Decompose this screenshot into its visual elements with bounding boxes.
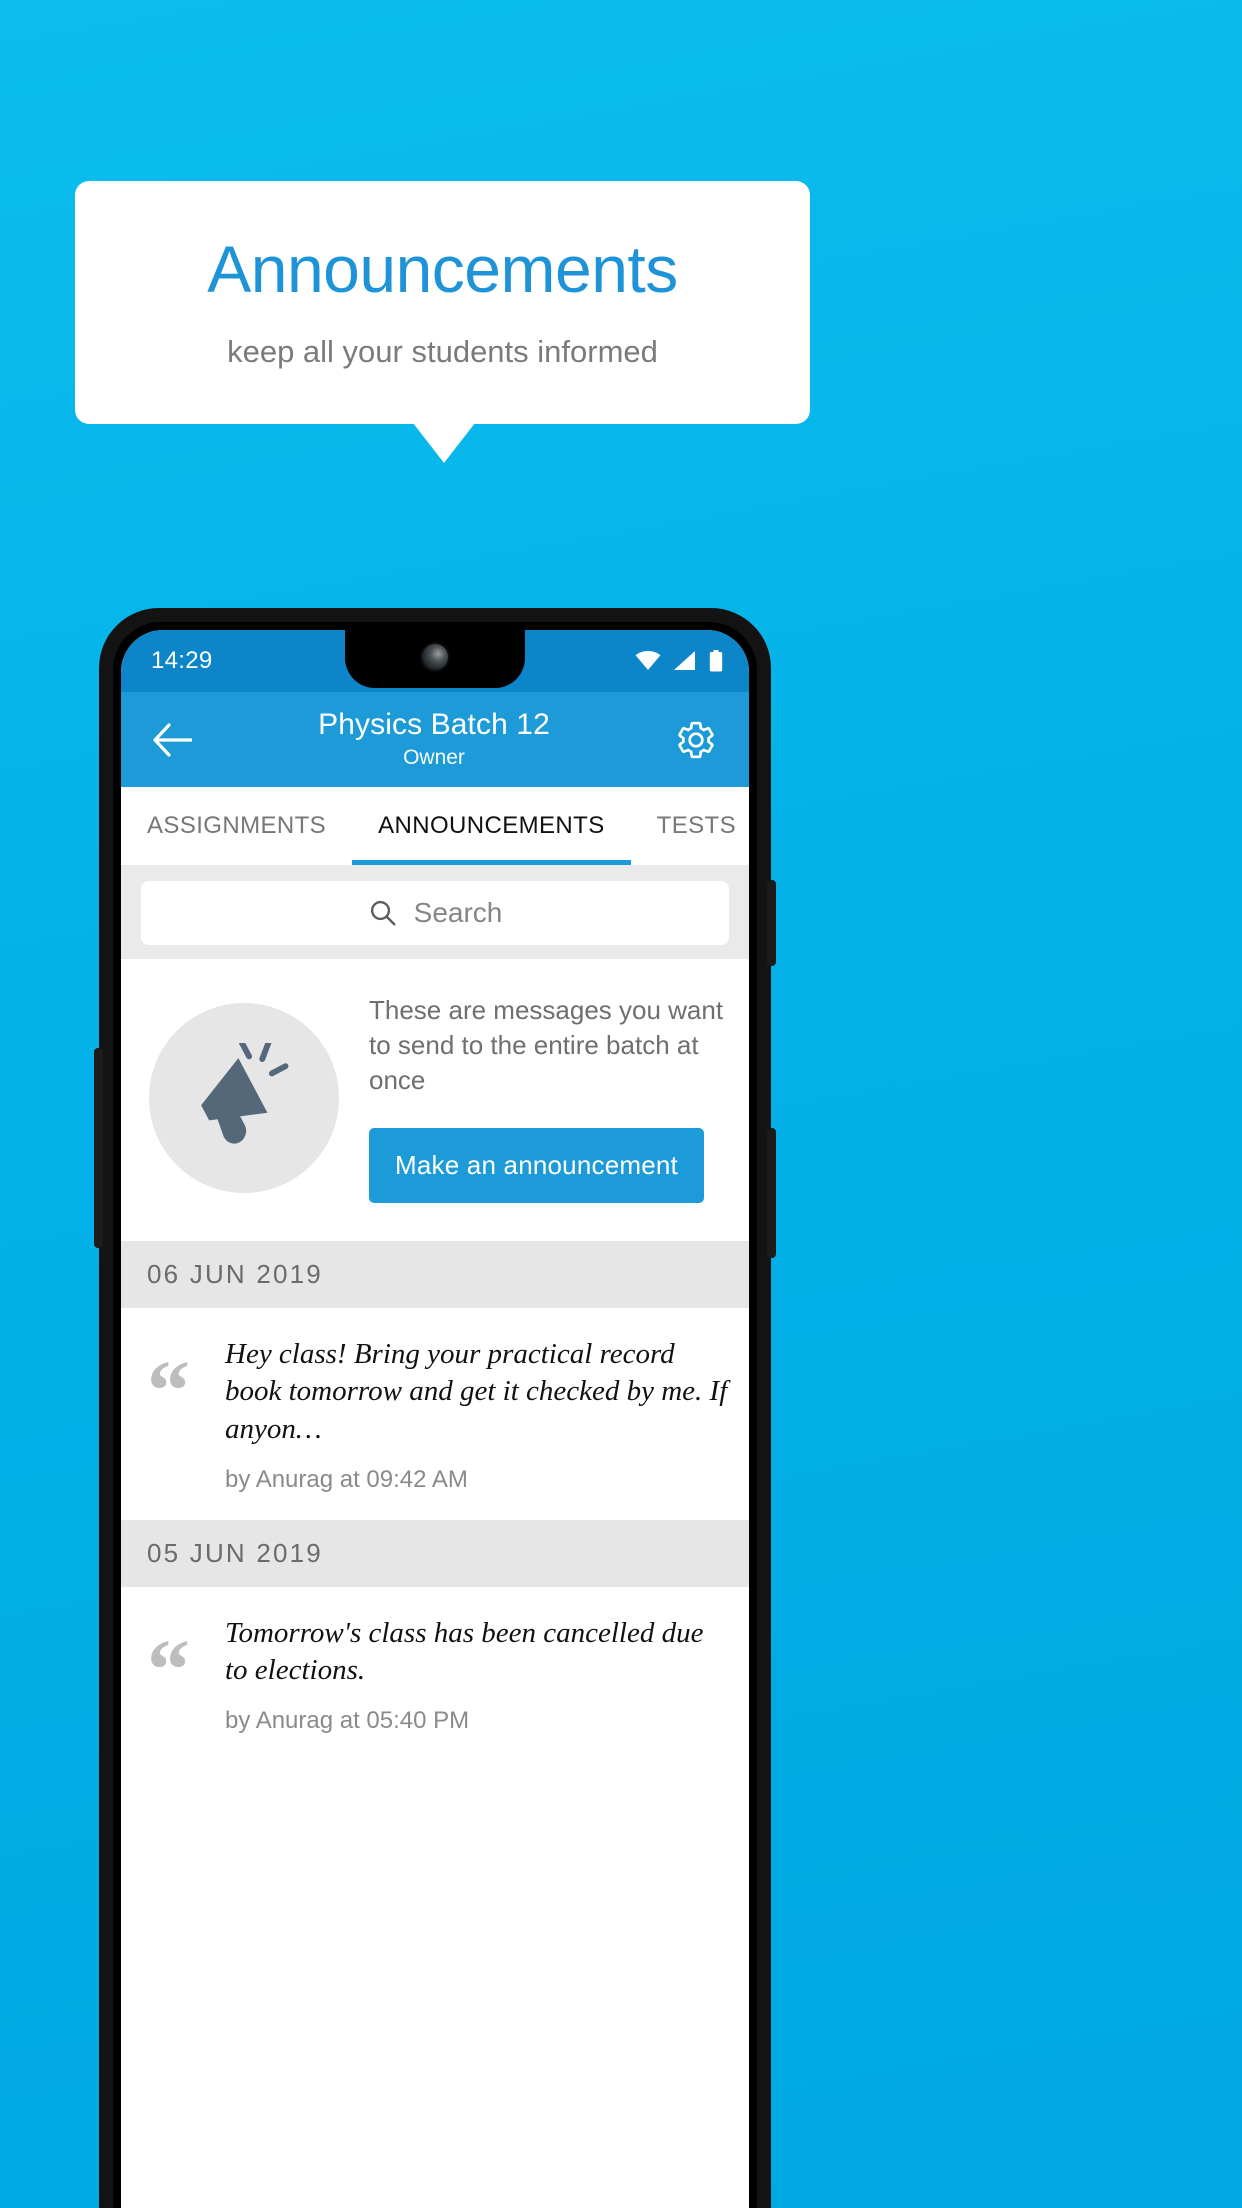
status-time: 14:29 — [151, 647, 213, 674]
phone-screen: 14:29 Physics Batch 12 Owner ASSIGNMENTS… — [121, 630, 749, 2208]
search-placeholder: Search — [413, 897, 503, 928]
announcement-body: Tomorrow's class has been cancelled due … — [225, 1615, 729, 1735]
date-header: 06 JUN 2019 — [121, 1241, 749, 1309]
announcement-list-item[interactable]: “ Hey class! Bring your practical record… — [121, 1308, 749, 1520]
wifi-icon — [635, 651, 661, 670]
gear-icon — [678, 721, 714, 758]
status-bar: 14:29 — [121, 630, 749, 692]
phone-assistant-button — [94, 1048, 103, 1248]
app-bar-title: Physics Batch 12 — [318, 707, 550, 741]
megaphone-icon-container — [149, 1003, 339, 1194]
quote-icon: “ — [147, 1342, 190, 1439]
front-camera-icon — [422, 644, 448, 670]
status-icons — [635, 650, 723, 672]
tab-tests[interactable]: TESTS — [631, 787, 749, 865]
back-button[interactable] — [143, 711, 201, 769]
search-input[interactable]: Search — [141, 881, 729, 945]
page-subtitle: keep all your students informed — [227, 334, 658, 370]
empty-state-text: These are messages you want to send to t… — [369, 995, 724, 1096]
tab-assignments[interactable]: ASSIGNMENTS — [121, 787, 352, 865]
app-bar: Physics Batch 12 Owner — [121, 692, 749, 787]
phone-power-button — [767, 880, 776, 966]
date-header: 05 JUN 2019 — [121, 1519, 749, 1587]
search-bar-container: Search — [121, 865, 749, 959]
phone-device: 14:29 Physics Batch 12 Owner ASSIGNMENTS… — [94, 608, 776, 2208]
camera-notch — [345, 630, 525, 688]
page-title: Announcements — [207, 231, 678, 306]
search-icon — [370, 900, 396, 926]
battery-icon — [709, 650, 723, 672]
megaphone-icon — [201, 1043, 289, 1144]
signal-icon — [674, 651, 695, 670]
speech-bubble-tail — [413, 423, 475, 463]
announcement-empty-state: These are messages you want to send to t… — [121, 959, 749, 1242]
make-announcement-button[interactable]: Make an announcement — [369, 1128, 704, 1204]
phone-volume-button — [767, 1128, 776, 1258]
announcement-meta: by Anurag at 09:42 AM — [225, 1465, 468, 1493]
back-arrow-icon — [153, 722, 192, 757]
announcement-body: Hey class! Bring your practical record b… — [225, 1336, 729, 1493]
app-bar-titles: Physics Batch 12 Owner — [201, 708, 667, 770]
announcement-list-item[interactable]: “ Tomorrow's class has been cancelled du… — [121, 1586, 749, 1761]
tab-announcements[interactable]: ANNOUNCEMENTS — [352, 787, 631, 865]
phone-bezel: 14:29 Physics Batch 12 Owner ASSIGNMENTS… — [113, 622, 757, 2208]
app-bar-subtitle: Owner — [403, 745, 465, 769]
quote-icon: “ — [147, 1620, 190, 1717]
announcement-text: Hey class! Bring your practical record b… — [225, 1338, 728, 1445]
tab-bar: ASSIGNMENTS ANNOUNCEMENTS TESTS ‘ — [121, 787, 749, 865]
promo-card: Announcements keep all your students inf… — [75, 181, 810, 424]
empty-state-content: These are messages you want to send to t… — [369, 993, 725, 1204]
settings-button[interactable] — [667, 711, 725, 769]
announcement-text: Tomorrow's class has been cancelled due … — [225, 1616, 704, 1686]
announcement-meta: by Anurag at 05:40 PM — [225, 1706, 470, 1734]
